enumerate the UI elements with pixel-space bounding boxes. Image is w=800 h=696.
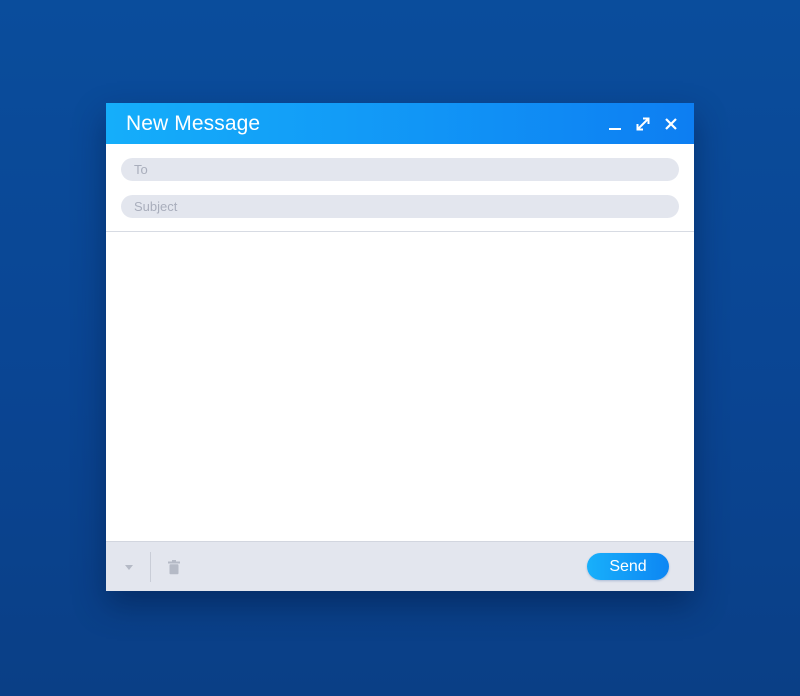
footer-divider: [150, 551, 151, 582]
compose-footer: Send: [106, 541, 694, 591]
title-bar: New Message: [106, 103, 694, 144]
window-title: New Message: [126, 111, 261, 135]
trash-icon: [168, 559, 180, 574]
more-options-button[interactable]: [122, 557, 136, 577]
close-button[interactable]: [662, 115, 680, 133]
subject-input[interactable]: [134, 199, 679, 214]
send-button[interactable]: Send: [587, 553, 669, 580]
to-field: [121, 158, 679, 181]
header-fields: [106, 144, 694, 232]
delete-draft-button[interactable]: [165, 557, 183, 577]
minimize-button[interactable]: [606, 115, 624, 133]
minimize-icon: [609, 127, 621, 130]
window-controls: [606, 115, 680, 133]
message-body-input[interactable]: [106, 232, 694, 541]
close-icon: [665, 117, 677, 130]
caret-down-icon: [125, 564, 133, 570]
message-body: [106, 232, 694, 541]
compose-window: New Message To Subject Send: [106, 103, 694, 591]
subject-field: [121, 195, 679, 218]
maximize-button[interactable]: [634, 115, 652, 133]
expand-arrows-icon: [636, 117, 650, 130]
to-input[interactable]: [134, 162, 679, 177]
